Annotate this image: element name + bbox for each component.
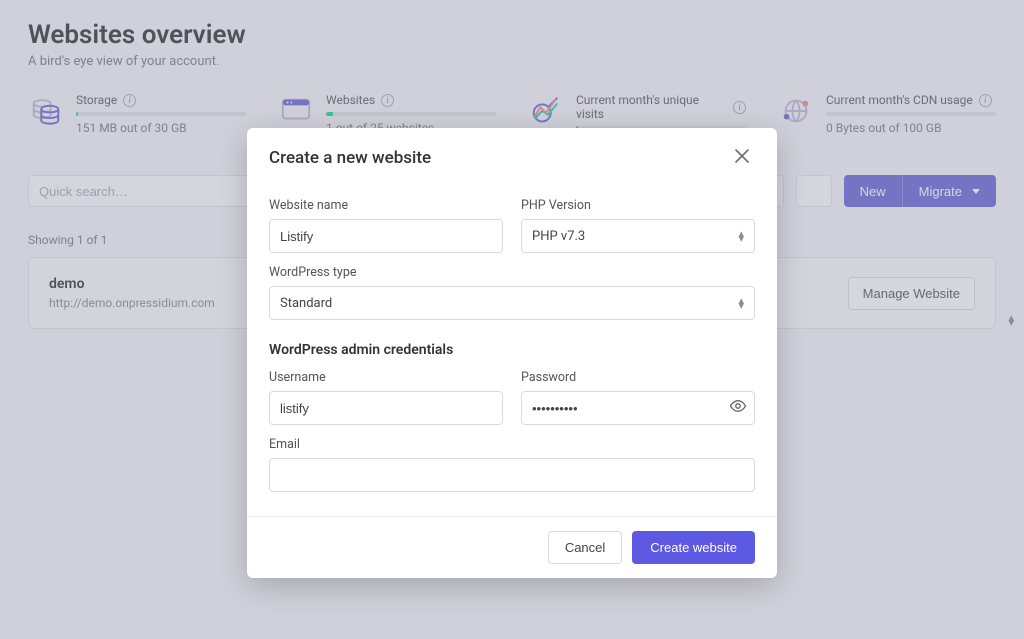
password-input[interactable] — [521, 391, 755, 425]
label-email: Email — [269, 437, 755, 452]
chevron-up-down-icon: ▴▾ — [738, 298, 744, 308]
username-input[interactable] — [269, 391, 503, 425]
label-wp-type: WordPress type — [269, 265, 755, 280]
wp-type-value: Standard — [280, 296, 332, 311]
eye-icon — [729, 400, 747, 419]
create-website-button[interactable]: Create website — [632, 531, 755, 564]
wp-type-select[interactable]: Standard ▴▾ — [269, 286, 755, 320]
label-username: Username — [269, 370, 503, 385]
modal-title: Create a new website — [269, 148, 431, 168]
toggle-password-visibility[interactable] — [729, 397, 747, 419]
close-button[interactable] — [729, 144, 755, 172]
section-credentials-title: WordPress admin credentials — [269, 342, 755, 358]
create-website-modal: Create a new website Website name PHP Ve… — [247, 128, 777, 578]
label-website-name: Website name — [269, 198, 503, 213]
website-name-input[interactable] — [269, 219, 503, 253]
close-icon — [735, 148, 749, 167]
label-password: Password — [521, 370, 755, 385]
email-input[interactable] — [269, 458, 755, 492]
chevron-up-down-icon: ▴▾ — [738, 231, 744, 241]
php-version-select[interactable]: PHP v7.3 ▴▾ — [521, 219, 755, 253]
php-version-value: PHP v7.3 — [532, 229, 585, 244]
label-php-version: PHP Version — [521, 198, 755, 213]
modal-overlay[interactable]: Create a new website Website name PHP Ve… — [0, 0, 1024, 639]
cancel-button[interactable]: Cancel — [548, 531, 622, 564]
